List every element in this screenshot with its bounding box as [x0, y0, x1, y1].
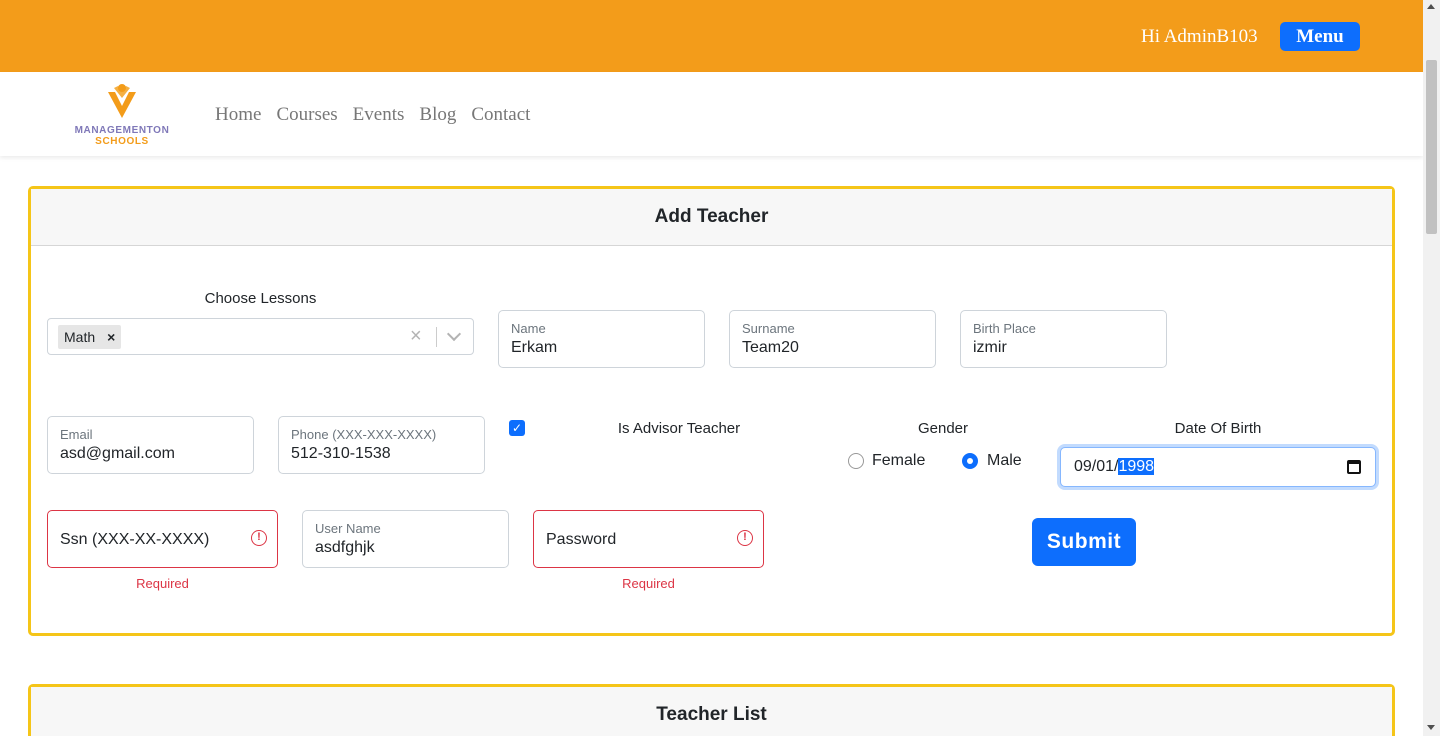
- ssn-error-text: Required: [136, 576, 189, 591]
- calendar-icon[interactable]: [1347, 460, 1361, 474]
- logo-emblem-icon: [108, 84, 136, 118]
- teacher-list-card: Teacher List: [28, 684, 1395, 736]
- gender-label: Gender: [917, 420, 969, 437]
- gender-female-label: Female: [872, 452, 926, 469]
- password-error-icon: !: [737, 530, 753, 546]
- nav-home[interactable]: Home: [215, 104, 261, 126]
- username-label: User Name: [315, 521, 381, 536]
- submit-button[interactable]: Submit: [1032, 518, 1136, 566]
- main-navbar: MANAGEMENTON SCHOOLS Home Courses Events…: [0, 72, 1423, 156]
- lessons-label: Choose Lessons: [204, 290, 317, 307]
- add-teacher-card: Add Teacher: [28, 186, 1395, 636]
- scroll-down-icon[interactable]: [1427, 725, 1435, 730]
- birth-place-value: izmir: [973, 339, 1007, 356]
- email-value: asd@gmail.com: [60, 445, 175, 462]
- scroll-thumb[interactable]: [1426, 60, 1437, 234]
- name-label: Name: [511, 321, 546, 336]
- lessons-multiselect[interactable]: Math × ×: [47, 318, 474, 355]
- nav-blog[interactable]: Blog: [419, 104, 456, 126]
- chevron-down-icon[interactable]: [446, 326, 462, 342]
- surname-label: Surname: [742, 321, 795, 336]
- dob-value: 09/01/1998: [1074, 458, 1155, 476]
- username-value: asdfghjk: [315, 539, 375, 556]
- password-error-text: Required: [622, 576, 675, 591]
- logo-text-top: MANAGEMENTON: [74, 125, 170, 136]
- multiselect-separator: [436, 327, 437, 347]
- user-greeting: Hi AdminB103: [1141, 26, 1258, 47]
- phone-label: Phone (XXX-XXX-XXXX): [291, 427, 437, 442]
- scroll-up-icon[interactable]: [1427, 4, 1435, 9]
- ssn-field[interactable]: Ssn (XXX-XX-XXXX) !: [47, 510, 278, 568]
- gender-female-radio[interactable]: [848, 453, 864, 469]
- lesson-chip-label: Math: [64, 329, 96, 345]
- clear-icon[interactable]: ×: [410, 326, 422, 346]
- birth-place-field[interactable]: Birth Place izmir: [960, 310, 1167, 368]
- birth-place-label: Birth Place: [973, 321, 1036, 336]
- username-field[interactable]: User Name asdfghjk: [302, 510, 509, 568]
- dob-value-year: 1998: [1118, 458, 1155, 475]
- email-field[interactable]: Email asd@gmail.com: [47, 416, 254, 474]
- top-bar: Hi AdminB103 Menu: [0, 0, 1423, 72]
- surname-field[interactable]: Surname Team20: [729, 310, 936, 368]
- teacher-list-title: Teacher List: [31, 687, 1392, 736]
- menu-button[interactable]: Menu: [1280, 22, 1360, 51]
- nav-events[interactable]: Events: [353, 104, 405, 126]
- advisor-label: Is Advisor Teacher: [617, 420, 741, 437]
- chip-remove-icon[interactable]: ×: [107, 329, 115, 345]
- dob-label: Date Of Birth: [1174, 420, 1262, 437]
- password-placeholder: Password: [546, 531, 617, 548]
- ssn-placeholder: Ssn (XXX-XX-XXXX): [60, 531, 210, 548]
- phone-field[interactable]: Phone (XXX-XXX-XXXX) 512-310-1538: [278, 416, 485, 474]
- name-field[interactable]: Name Erkam: [498, 310, 705, 368]
- name-value: Erkam: [511, 339, 558, 356]
- page-scrollbar[interactable]: [1423, 0, 1440, 736]
- surname-value: Team20: [742, 339, 799, 356]
- dob-value-prefix: 09/01/: [1074, 458, 1119, 475]
- nav-contact[interactable]: Contact: [471, 104, 530, 126]
- nav-links: Home Courses Events Blog Contact: [215, 104, 530, 126]
- gender-male-label: Male: [987, 452, 1022, 469]
- dob-input[interactable]: 09/01/1998: [1060, 447, 1376, 487]
- logo-text-bottom: SCHOOLS: [95, 136, 149, 147]
- phone-value: 512-310-1538: [291, 445, 391, 462]
- advisor-checkbox[interactable]: ✓: [509, 420, 525, 436]
- lesson-chip: Math ×: [58, 325, 122, 349]
- add-teacher-title: Add Teacher: [31, 189, 1392, 246]
- school-logo[interactable]: MANAGEMENTON SCHOOLS: [68, 82, 176, 147]
- password-field[interactable]: Password !: [533, 510, 764, 568]
- gender-male-radio[interactable]: [962, 453, 978, 469]
- ssn-error-icon: !: [251, 530, 267, 546]
- nav-courses[interactable]: Courses: [276, 104, 337, 126]
- email-label: Email: [60, 427, 93, 442]
